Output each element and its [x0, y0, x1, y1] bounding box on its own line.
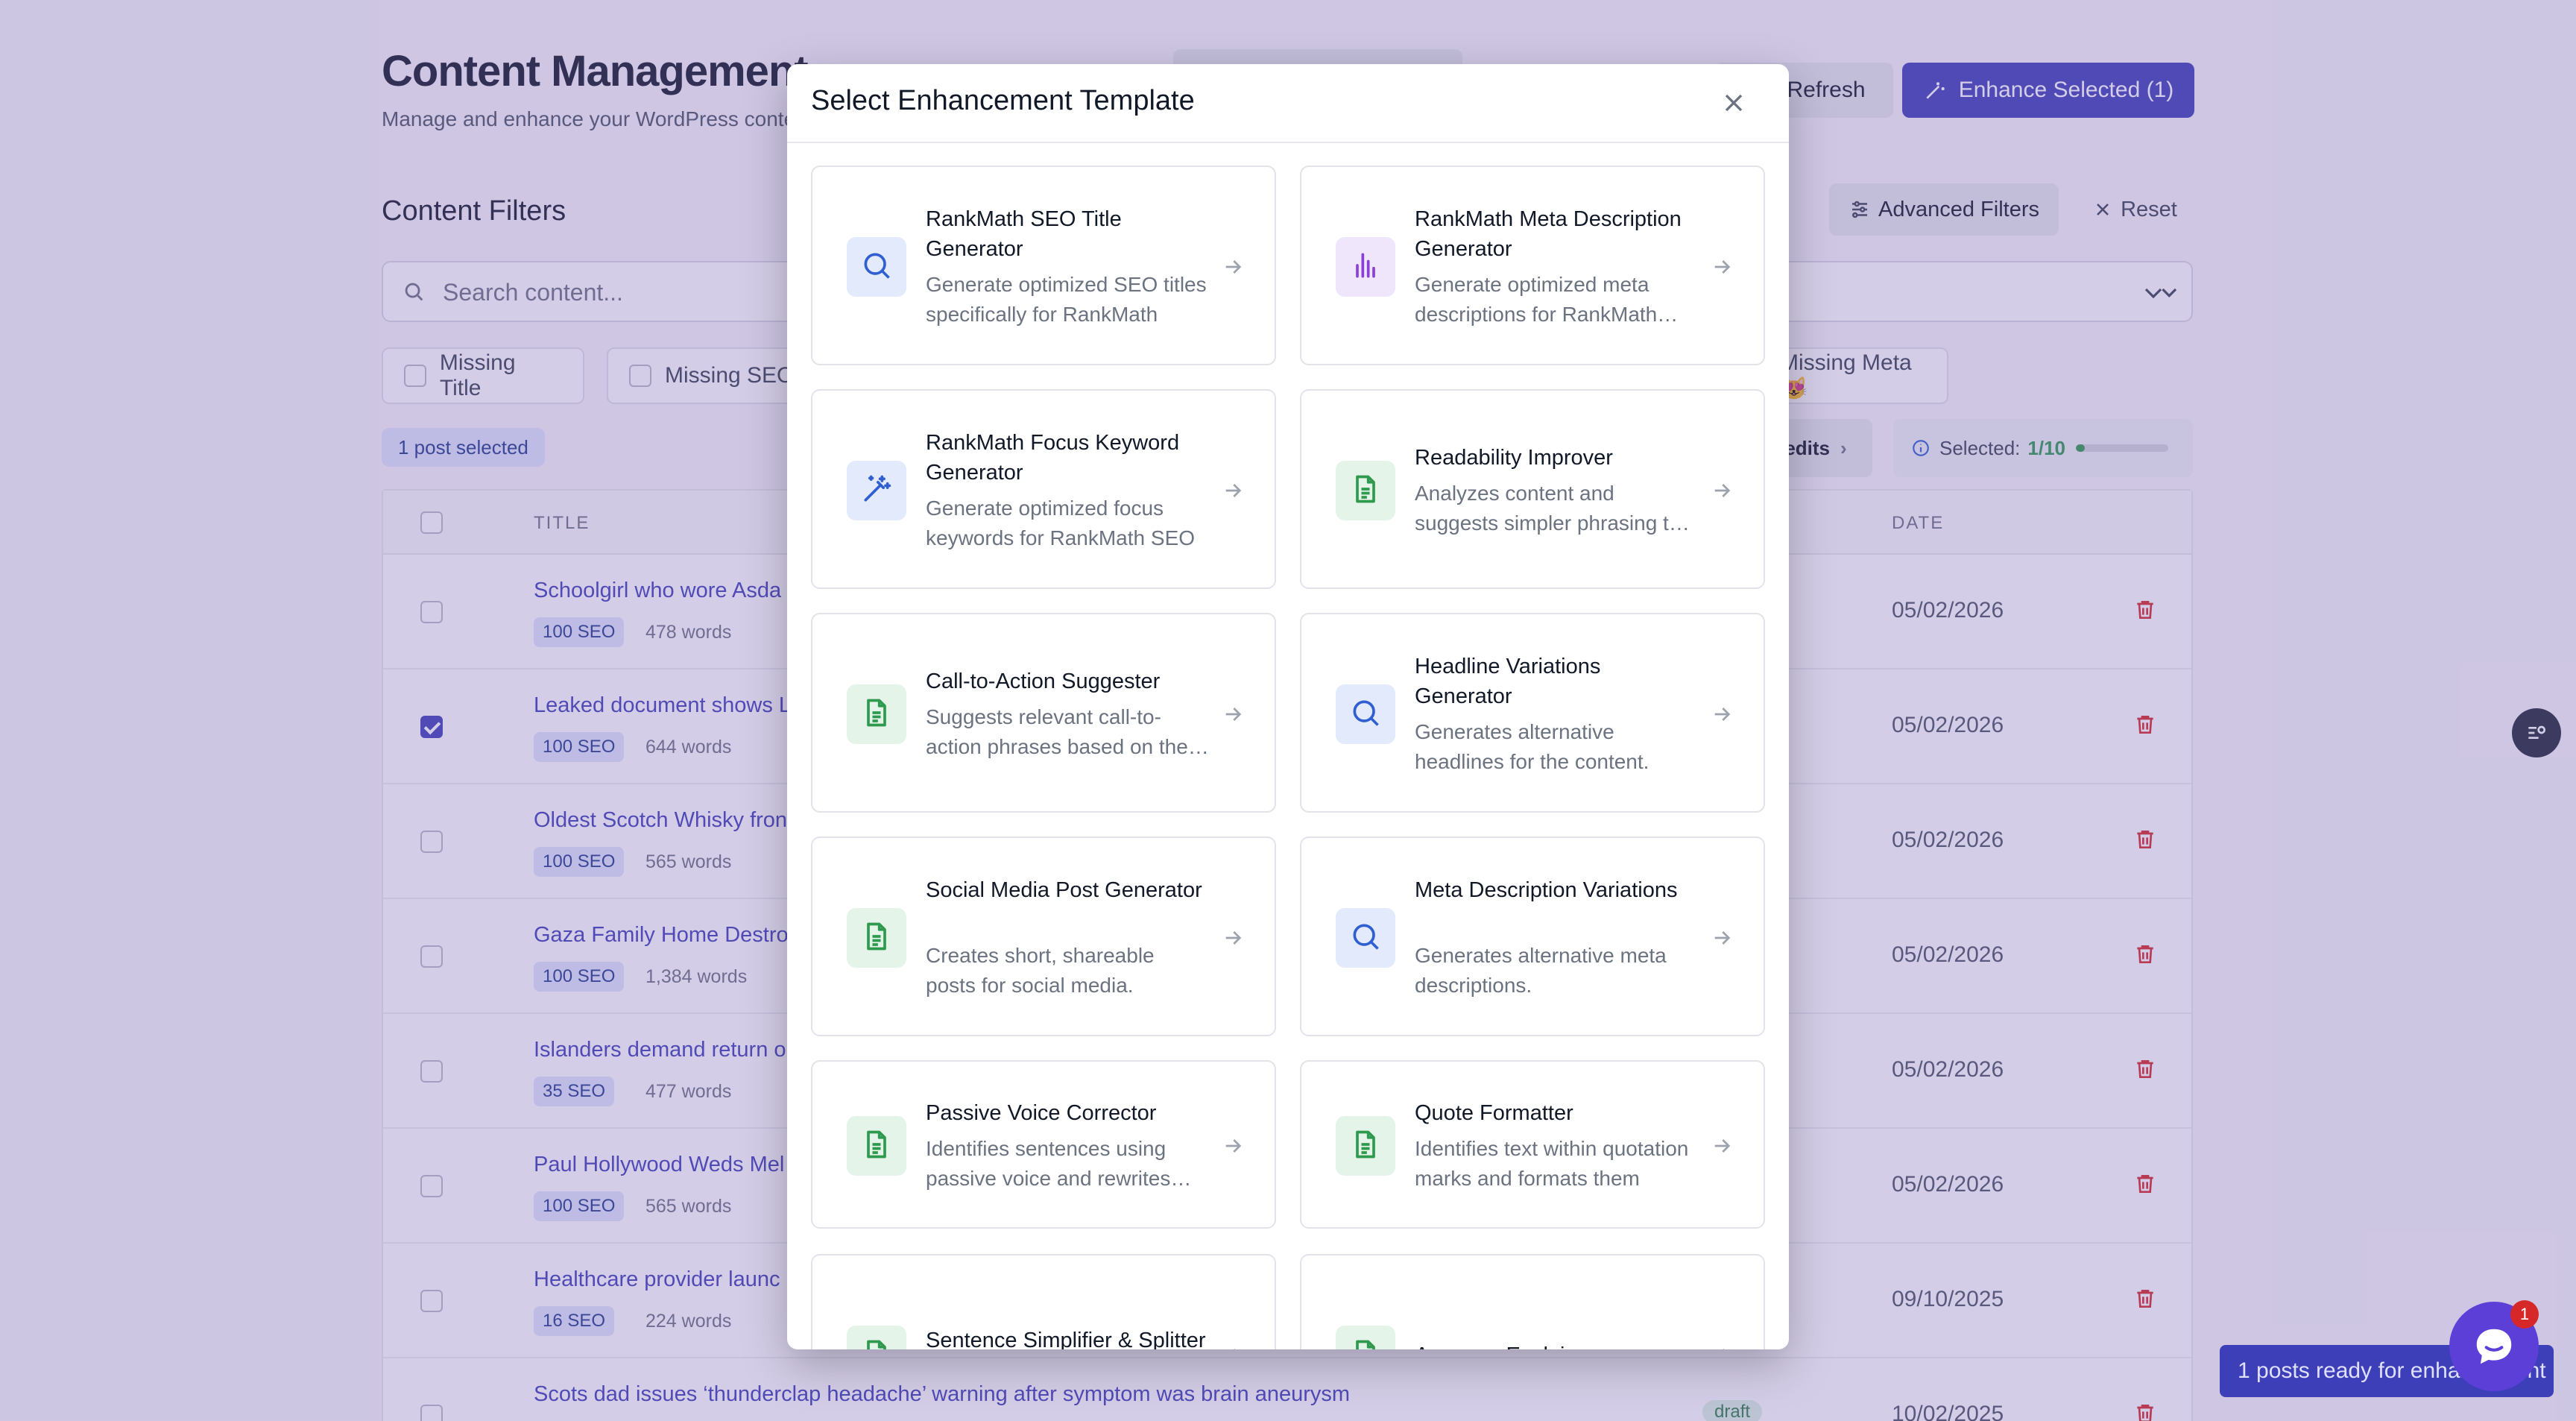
- template-card[interactable]: Quote Formatter Identifies text within q…: [1300, 1060, 1765, 1229]
- arrow-right-icon: [1225, 260, 1242, 274]
- magic-wand-icon: [860, 473, 893, 509]
- document-icon: [1349, 1128, 1382, 1165]
- template-card[interactable]: Meta Description Variations Generates al…: [1300, 836, 1765, 1036]
- chat-unread-badge: 1: [2510, 1300, 2539, 1329]
- template-icon-box: [847, 1116, 906, 1176]
- bar-chart-icon: [1349, 249, 1382, 286]
- template-icon-box: [1336, 908, 1395, 968]
- template-icon-box: [1336, 1326, 1395, 1349]
- template-title: Social Media Post Generator: [926, 878, 1202, 902]
- template-title: RankMath Meta Description Generator: [1415, 207, 1682, 261]
- template-title: Quote Formatter: [1415, 1101, 1573, 1125]
- document-icon: [860, 696, 893, 733]
- document-icon: [860, 1337, 893, 1349]
- search-icon: [860, 249, 893, 286]
- template-title: Sentence Simplifier & Splitter: [926, 1329, 1206, 1349]
- template-icon-box: [1336, 684, 1395, 744]
- template-icon-box: [847, 908, 906, 968]
- template-title: Headline Variations Generator: [1415, 655, 1601, 708]
- arrow-right-icon: [1710, 1343, 1734, 1349]
- template-title: Meta Description Variations: [1415, 878, 1678, 902]
- arrow-right-icon: [1714, 931, 1731, 945]
- template-card[interactable]: RankMath SEO Title Generator Generate op…: [811, 166, 1276, 365]
- document-icon: [860, 1128, 893, 1165]
- template-card[interactable]: RankMath Meta Description Generator Gene…: [1300, 166, 1765, 365]
- search-icon: [1349, 696, 1382, 733]
- template-card[interactable]: RankMath Focus Keyword Generator Generat…: [811, 389, 1276, 589]
- template-card[interactable]: Social Media Post Generator Creates shor…: [811, 836, 1276, 1036]
- document-icon: [1349, 1337, 1382, 1349]
- modal-header: Select Enhancement Template: [787, 64, 1789, 143]
- template-icon-box: [847, 684, 906, 744]
- template-card[interactable]: Acronym Explainer: [1300, 1254, 1765, 1349]
- template-card[interactable]: Passive Voice Corrector Identifies sente…: [811, 1060, 1276, 1229]
- template-description: Generate optimized meta descriptions for…: [1415, 273, 1658, 326]
- document-icon: [1349, 473, 1382, 509]
- arrow-right-icon: [1714, 708, 1731, 721]
- template-card[interactable]: Readability Improver Analyzes content an…: [1300, 389, 1765, 589]
- template-icon-box: [1336, 237, 1395, 297]
- template-description: Analyzes content and suggests simpler ph…: [1415, 482, 1681, 535]
- template-icon-box: [847, 237, 906, 297]
- template-icon-box: [847, 461, 906, 520]
- template-title: Call-to-Action Suggester: [926, 669, 1161, 693]
- template-icon-box: [1336, 1116, 1395, 1176]
- close-icon[interactable]: [1719, 88, 1749, 118]
- template-title: RankMath SEO Title Generator: [926, 207, 1122, 261]
- template-icon-box: [1336, 461, 1395, 520]
- arrow-right-icon: [1225, 708, 1242, 721]
- template-modal: Select Enhancement Template RankMath SEO…: [787, 64, 1789, 1349]
- template-card[interactable]: Sentence Simplifier & Splitter: [811, 1254, 1276, 1349]
- template-card[interactable]: Headline Variations Generator Generates …: [1300, 613, 1765, 813]
- arrow-right-icon: [1225, 1139, 1242, 1153]
- template-description: Identifies text within quotation marks a…: [1415, 1137, 1689, 1190]
- document-icon: [860, 920, 893, 957]
- template-description: Creates short, shareable posts for socia…: [926, 944, 1155, 997]
- arrow-right-icon: [1714, 260, 1731, 274]
- arrow-right-icon: [1714, 484, 1731, 497]
- modal-title: Select Enhancement Template: [811, 85, 1195, 116]
- template-title: Acronym Explainer: [1415, 1340, 1698, 1349]
- arrow-right-icon: [1221, 1343, 1245, 1349]
- template-description: Generates alternative headlines for the …: [1415, 720, 1650, 773]
- arrow-right-icon: [1225, 484, 1242, 497]
- template-card[interactable]: Call-to-Action Suggester Suggests releva…: [811, 613, 1276, 813]
- template-description: Generate optimized focus keywords for Ra…: [926, 497, 1196, 549]
- template-description: Identifies sentences using passive voice…: [926, 1137, 1171, 1190]
- template-description: Generates alternative meta descriptions.: [1415, 944, 1667, 997]
- template-title: Passive Voice Corrector: [926, 1101, 1157, 1125]
- template-title: Readability Improver: [1415, 446, 1613, 470]
- template-icon-box: [847, 1326, 906, 1349]
- template-title: RankMath Focus Keyword Generator: [926, 431, 1180, 485]
- arrow-right-icon: [1225, 931, 1242, 945]
- template-description: Suggests relevant call-to-action phrases…: [926, 705, 1188, 758]
- chat-bubble-icon: [2476, 1329, 2512, 1364]
- arrow-right-icon: [1714, 1139, 1731, 1153]
- search-icon: [1349, 920, 1382, 957]
- template-description: Generate optimized SEO titles specifical…: [926, 273, 1207, 326]
